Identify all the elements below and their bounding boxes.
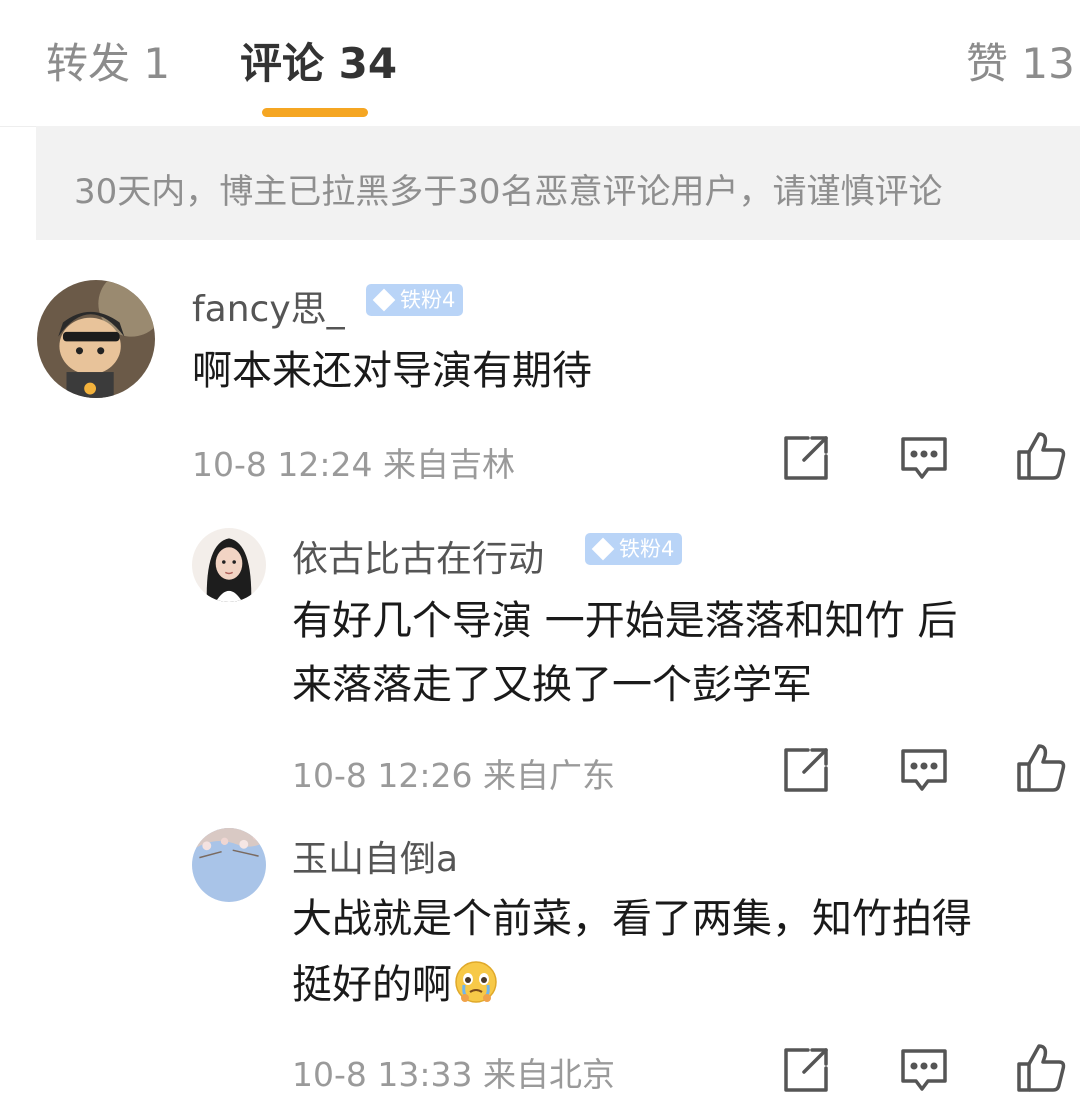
avatar[interactable] xyxy=(192,828,266,902)
comment-meta: 10-8 12:24 来自吉林 xyxy=(192,438,515,486)
fan-badge: 铁粉4 xyxy=(366,284,464,316)
diamond-icon xyxy=(591,537,615,561)
comment-icon[interactable] xyxy=(898,744,950,796)
username[interactable]: fancy思_ xyxy=(192,280,345,332)
comment-location: 来自吉林 xyxy=(383,445,515,484)
comment-text-line2-text: 挺好的啊 xyxy=(292,962,452,1008)
comment-text-line2: 来落落走了又换了一个彭学军 xyxy=(292,662,812,708)
teary-emoji-icon xyxy=(454,960,498,1004)
comment-location: 来自北京 xyxy=(483,1055,615,1094)
comment-time: 10-8 12:26 xyxy=(292,756,473,795)
badge-label: 铁粉4 xyxy=(619,537,675,561)
comment-meta: 10-8 13:33 来自北京 xyxy=(292,1048,615,1096)
comment-text-line1: 有好几个导演 一开始是落落和知竹 后 xyxy=(292,598,958,644)
comment-text-line2: 挺好的啊 xyxy=(292,954,498,1016)
thumbs-up-icon[interactable] xyxy=(1015,430,1067,482)
tab-repost[interactable]: 转发 1 xyxy=(46,30,170,91)
comment-icon[interactable] xyxy=(898,1044,950,1096)
badge-label: 铁粉4 xyxy=(400,288,456,312)
fan-badge: 铁粉4 xyxy=(585,533,683,565)
comment-text: 啊本来还对导演有期待 xyxy=(192,348,592,394)
share-icon[interactable] xyxy=(780,1044,832,1096)
thumbs-up-icon[interactable] xyxy=(1015,1042,1067,1094)
comment-time: 10-8 13:33 xyxy=(292,1055,473,1094)
username[interactable]: 玉山自倒a xyxy=(292,830,458,882)
notice-text: 30天内，博主已拉黑多于30名恶意评论用户，请谨慎评论 xyxy=(74,172,943,212)
diamond-icon xyxy=(372,288,396,312)
comment-icon[interactable] xyxy=(898,432,950,484)
avatar[interactable] xyxy=(192,528,266,602)
thumbs-up-icon[interactable] xyxy=(1015,742,1067,794)
comment-text-line1: 大战就是个前菜，看了两集，知竹拍得 xyxy=(292,896,972,942)
comment-notice: 30天内，博主已拉黑多于30名恶意评论用户，请谨慎评论 xyxy=(36,126,1080,240)
username[interactable]: 依古比古在行动 xyxy=(292,530,544,582)
comment-location: 来自广东 xyxy=(483,756,615,795)
active-tab-indicator xyxy=(262,108,368,117)
tab-bar: 转发 1 评论 34 赞 13 xyxy=(0,0,1080,127)
comment-meta: 10-8 12:26 来自广东 xyxy=(292,749,615,797)
share-icon[interactable] xyxy=(780,432,832,484)
share-icon[interactable] xyxy=(780,744,832,796)
tab-comments[interactable]: 评论 34 xyxy=(240,30,397,91)
comment-time: 10-8 12:24 xyxy=(192,445,373,484)
avatar[interactable] xyxy=(37,280,155,398)
tab-likes[interactable]: 赞 13 xyxy=(966,30,1075,91)
